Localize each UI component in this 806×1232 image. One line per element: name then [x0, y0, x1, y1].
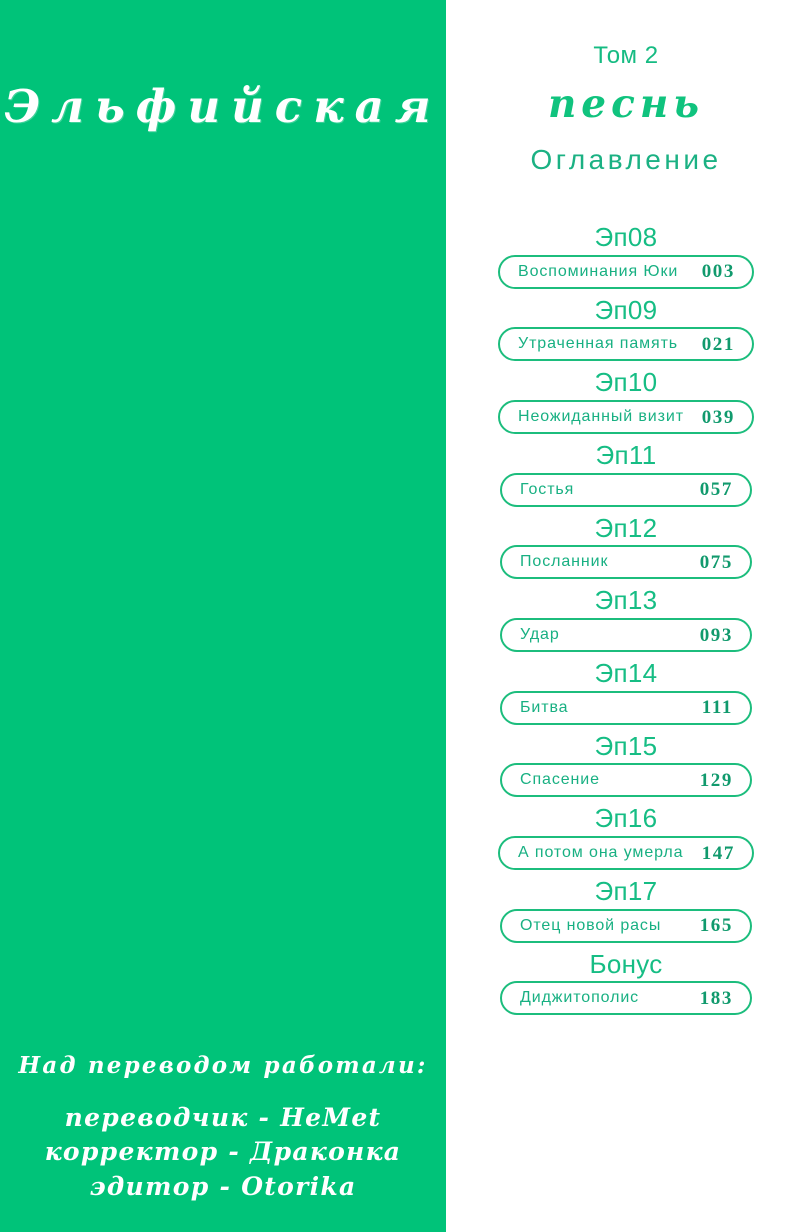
episode-label: Эп14 [594, 658, 658, 689]
chapter-title: Удар [520, 626, 560, 644]
chapter-pill[interactable]: Отец новой расы 165 [500, 908, 752, 943]
episode-label: Эп11 [595, 440, 657, 471]
chapter-title: Неожиданный визит [518, 408, 684, 426]
chapter-pill[interactable]: Воспоминания Юки 003 [498, 254, 754, 289]
toc-entry[interactable]: Эп14 Битва 111 [446, 658, 806, 725]
toc-entry[interactable]: Эп09 Утраченная память 021 [446, 295, 806, 362]
chapter-page-number: 003 [701, 261, 735, 283]
chapter-page-number: 147 [701, 842, 735, 864]
chapter-page-number: 057 [699, 479, 733, 501]
credit-line: переводчик - HeMet [64, 1102, 382, 1132]
toc-entry[interactable]: Бонус Диджитополис 183 [446, 949, 806, 1016]
chapter-pill[interactable]: А потом она умерла 147 [498, 836, 754, 871]
chapter-page-number: 039 [701, 406, 735, 428]
episode-label: Эп08 [594, 222, 658, 252]
chapter-page-number: 183 [699, 987, 733, 1009]
chapter-title: Диджитополис [520, 989, 640, 1007]
episode-label: Эп16 [594, 803, 658, 834]
chapter-page-number: 075 [699, 551, 733, 573]
volume-label: Том 2 [593, 42, 659, 69]
toc-entry[interactable]: Эп11 Гостья 057 [446, 440, 806, 507]
credits-heading: Над переводом работали: [18, 1051, 428, 1079]
page-title: Оглавление [530, 144, 722, 175]
left-green-panel: Эльфийская Над переводом работали: перев… [0, 0, 446, 1232]
chapter-pill[interactable]: Диджитополис 183 [500, 981, 752, 1016]
chapter-pill[interactable]: Неожиданный визит 039 [498, 400, 754, 435]
toc-entry[interactable]: Эп08 Воспоминания Юки 003 [446, 222, 806, 289]
episode-label: Эп10 [594, 367, 658, 398]
translation-credits: Над переводом работали: переводчик - HeM… [0, 1052, 446, 1205]
chapter-page-number: 165 [699, 915, 733, 937]
chapter-title: Отец новой расы [520, 916, 662, 934]
episode-label: Эп09 [594, 294, 658, 325]
series-title: Эльфийская [4, 80, 442, 133]
chapter-page-number: 129 [699, 769, 733, 791]
chapter-title: Битва [520, 698, 569, 716]
chapter-pill[interactable]: Утраченная память 021 [498, 327, 754, 362]
chapter-title: Воспоминания Юки [518, 262, 679, 280]
toc-header: Том 2 песнь Оглавление [446, 0, 806, 174]
chapter-pill[interactable]: Гостья 057 [500, 472, 752, 507]
episode-label: Эп15 [594, 730, 658, 761]
credit-line: корректор - Драконка [44, 1137, 402, 1166]
toc-page: Эльфийская Над переводом работали: перев… [0, 0, 806, 1232]
episode-label: Эп12 [594, 512, 658, 543]
chapter-title: Утраченная память [518, 335, 679, 353]
episode-label: Эп13 [594, 585, 658, 616]
chapter-title: Гостья [520, 480, 575, 498]
chapter-page-number: 093 [699, 624, 733, 646]
toc-entry[interactable]: Эп15 Спасение 129 [446, 731, 806, 798]
chapter-pill[interactable]: Спасение 129 [500, 763, 752, 798]
chapter-page-number: 111 [701, 697, 733, 719]
toc-entry[interactable]: Эп12 Посланник 075 [446, 513, 806, 580]
series-title-second-word: песнь [547, 81, 705, 127]
toc-entry[interactable]: Эп17 Отец новой расы 165 [446, 876, 806, 943]
chapter-pill[interactable]: Битва 111 [500, 690, 752, 725]
toc-entry[interactable]: Эп16 А потом она умерла 147 [446, 803, 806, 871]
episode-label: Бонус [589, 948, 663, 979]
chapter-pill[interactable]: Посланник 075 [500, 545, 752, 580]
episode-label: Эп17 [594, 876, 658, 907]
toc-entry-list: Эп08 Воспоминания Юки 003 Эп09 Утраченная па… [446, 222, 806, 1021]
chapter-title: Спасение [520, 771, 600, 789]
chapter-title: Посланник [520, 553, 609, 571]
chapter-title: А потом она умерла [518, 844, 684, 862]
right-white-panel: Том 2 песнь Оглавление Эп08 Воспоминания … [446, 0, 806, 1232]
chapter-page-number: 021 [701, 333, 735, 355]
toc-entry[interactable]: Эп13 Удар 093 [446, 585, 806, 653]
credit-line: эдитор - Otorika [89, 1171, 357, 1201]
credits-line-list: переводчик - HeMet корректор - Драконка эд… [0, 1101, 446, 1205]
chapter-pill[interactable]: Удар 093 [500, 618, 752, 653]
toc-entry[interactable]: Эп10 Неожиданный визит 039 [446, 367, 806, 435]
